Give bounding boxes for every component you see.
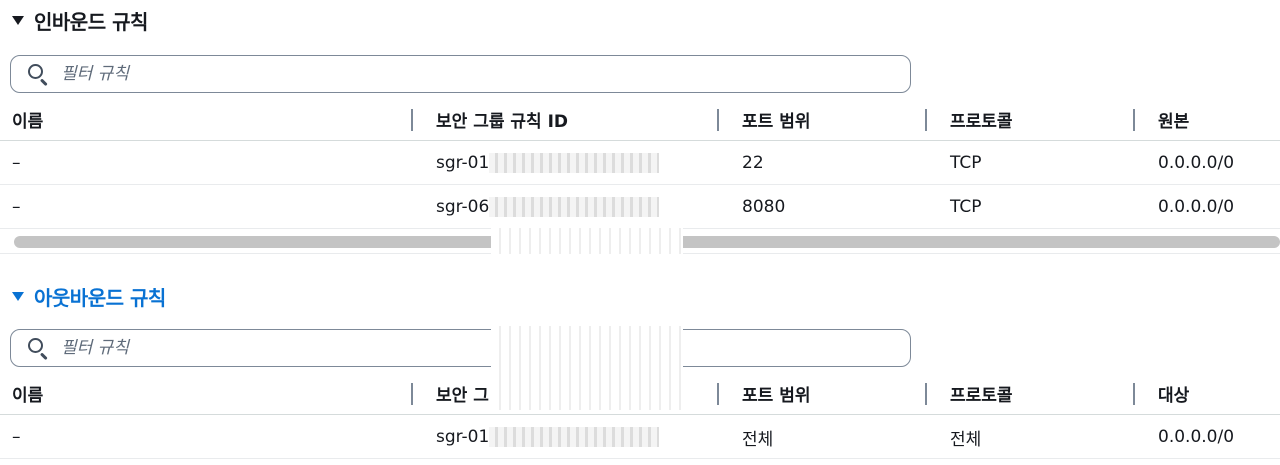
redaction-overlay — [491, 228, 683, 254]
source: 0.0.0.0/0 — [1158, 197, 1235, 217]
inbound-filter-input[interactable] — [61, 64, 761, 84]
column-header-protocol[interactable]: 프로토콜 — [925, 97, 1013, 141]
table-header: 이름 보안 그룹 규칙 ID 포트 범위 프로토콜 원본 — [0, 97, 1280, 141]
column-divider[interactable] — [1133, 383, 1135, 405]
protocol: 전체 — [950, 429, 982, 450]
rule-name: – — [12, 427, 21, 447]
column-header-destination[interactable]: 대상 — [1133, 371, 1189, 415]
column-header-name[interactable]: 이름 — [12, 371, 43, 415]
outbound-rules-header[interactable]: 아웃바운드 규칙 — [12, 282, 166, 310]
source: 0.0.0.0/0 — [1158, 153, 1235, 173]
rule-id: sgr-06 — [436, 185, 660, 229]
column-divider[interactable] — [1133, 109, 1135, 131]
caret-down-icon — [12, 15, 24, 25]
column-divider[interactable] — [411, 109, 413, 131]
inbound-rules-table: 이름 보안 그룹 규칙 ID 포트 범위 프로토콜 원본 – sgr-01 22… — [0, 97, 1280, 229]
column-header-port-range[interactable]: 포트 범위 — [717, 97, 810, 141]
rule-id: sgr-01 — [436, 415, 660, 459]
redacted-text — [489, 427, 660, 447]
destination: 0.0.0.0/0 — [1158, 427, 1235, 447]
protocol: TCP — [950, 197, 982, 217]
port-range: 22 — [742, 153, 764, 173]
outbound-filter[interactable] — [10, 329, 911, 367]
column-header-rule-id[interactable]: 보안 그룹 규칙 ID — [411, 97, 568, 141]
rule-name: – — [12, 197, 21, 217]
search-icon — [27, 337, 49, 361]
inbound-filter[interactable] — [10, 55, 911, 93]
table-row[interactable]: – sgr-01 전체 전체 0.0.0.0/0 — [0, 415, 1280, 459]
caret-down-icon — [12, 291, 24, 301]
column-header-name[interactable]: 이름 — [12, 97, 43, 141]
port-range: 전체 — [742, 429, 774, 450]
redacted-text — [489, 197, 660, 217]
column-divider[interactable] — [925, 109, 927, 131]
column-divider[interactable] — [717, 383, 719, 405]
column-header-protocol[interactable]: 프로토콜 — [925, 371, 1013, 415]
table-row[interactable]: – sgr-01 22 TCP 0.0.0.0/0 — [0, 141, 1280, 185]
inbound-rules-title: 인바운드 규칙 — [34, 9, 148, 34]
column-header-source[interactable]: 원본 — [1133, 97, 1189, 141]
protocol: TCP — [950, 153, 982, 173]
column-divider[interactable] — [717, 109, 719, 131]
table-row[interactable]: – sgr-06 8080 TCP 0.0.0.0/0 — [0, 185, 1280, 229]
outbound-rules-title: 아웃바운드 규칙 — [34, 285, 166, 310]
rule-name: – — [12, 153, 21, 173]
redacted-text — [489, 153, 660, 173]
inbound-rules-header[interactable]: 인바운드 규칙 — [12, 6, 148, 34]
column-divider[interactable] — [411, 383, 413, 405]
column-divider[interactable] — [925, 383, 927, 405]
rule-id: sgr-01 — [436, 141, 660, 185]
redaction-overlay — [491, 326, 683, 410]
port-range: 8080 — [742, 197, 786, 217]
search-icon — [27, 63, 49, 87]
column-header-port-range[interactable]: 포트 범위 — [717, 371, 810, 415]
